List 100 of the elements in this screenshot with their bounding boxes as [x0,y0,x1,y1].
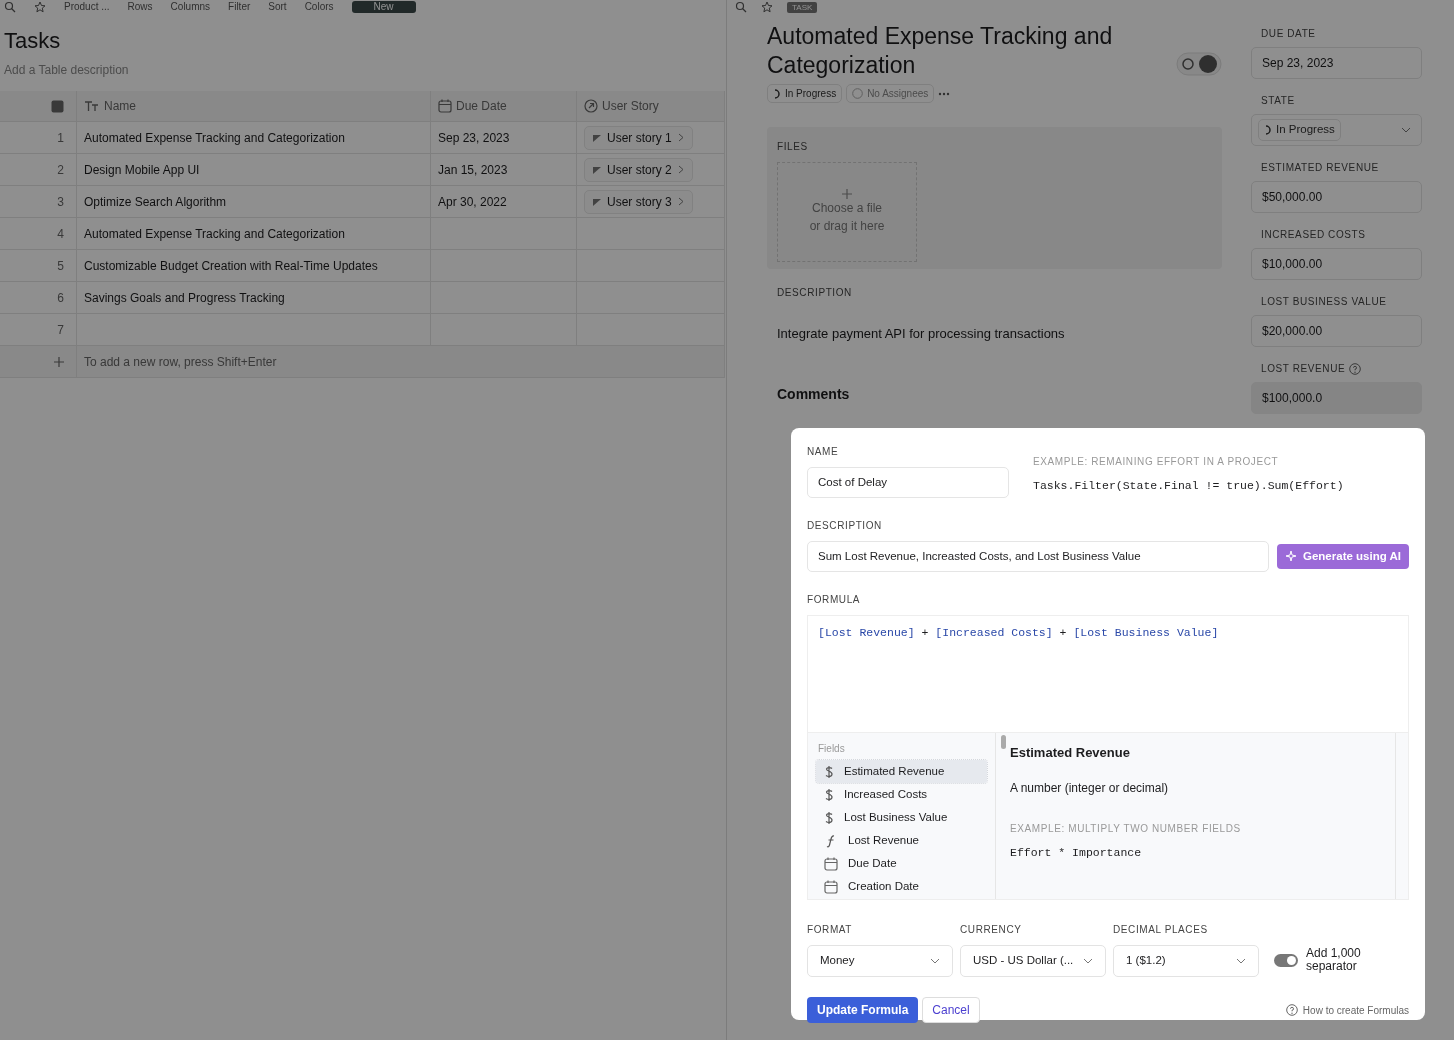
breadcrumb-link[interactable]: Product ... [64,1,110,13]
task-tag: TASK [787,1,818,13]
row-number: 5 [0,250,77,282]
star-icon[interactable] [761,1,773,13]
empty-circle-icon [852,88,864,99]
table-cell: Automated Expense Tracking and Categorization [77,218,431,250]
toolbar-button[interactable]: Colors [304,1,334,13]
formula-editor[interactable]: [Lost Revenue] + [Increased Costs] + [Lost Business Value] [818,624,1398,642]
field-label: INCREASED COSTS [1261,228,1366,242]
field-label: FORMULA [807,593,862,607]
search-icon[interactable] [735,1,747,13]
avatar-group-icon [1176,52,1222,76]
field-label: CURRENCY [960,923,1023,937]
table-cell: Sep 23, 2023 [431,122,577,154]
new-button[interactable]: New [351,1,416,13]
dollar-icon [824,787,834,802]
chevron-right-icon [677,197,684,206]
field-list-item[interactable]: Creation Date [816,875,987,898]
table-cell: Jan 15, 2023 [431,154,577,186]
field-value[interactable]: $20,000.00 [1251,315,1422,347]
user-story-chip[interactable]: User story 2 [584,157,693,182]
field-label: NAME [807,445,840,459]
field-list-item[interactable]: Increased Costs [816,783,987,806]
chevron-down-icon [1401,127,1411,133]
field-list-item[interactable]: Lost Business Value [816,806,987,829]
field-label: ESTIMATED REVENUE [1261,161,1379,175]
description-input[interactable]: Sum Lost Revenue, Increasted Costs, and Lost Business Value [807,541,1269,572]
flag-icon [593,133,601,142]
cancel-button[interactable]: Cancel [922,997,980,1023]
field-list-item[interactable]: Lost Revenue [816,829,987,852]
search-icon [4,1,16,13]
toolbar-button[interactable]: Columns [170,1,211,13]
state-select[interactable]: In Progress [1251,114,1422,146]
flag-icon [593,197,601,206]
calendar-icon [824,879,838,894]
toggle-label: Add 1,000 separator [1306,947,1362,973]
progress-ring-icon [1264,125,1272,135]
column-header[interactable]: Due Date [431,91,577,122]
table-cell: Design Mobile App UI [77,154,431,186]
field-list-item[interactable]: Estimated Revenue [816,760,987,783]
chevron-right-icon [677,133,684,142]
field-label: LOST BUSINESS VALUE [1261,295,1387,309]
row-number: 2 [0,154,77,186]
column-header[interactable]: Name [77,91,431,122]
toolbar-button[interactable]: Sort [268,1,287,13]
progress-ring-icon [773,88,781,99]
chevron-down-icon [930,958,940,964]
update-formula-button[interactable]: Update Formula [807,997,919,1023]
table-cell: Apr 30, 2022 [431,186,577,218]
chevron-right-icon [677,165,684,174]
toolbar-button[interactable]: Filter [228,1,251,13]
file-drop-zone[interactable]: Choose a file or drag it here [777,162,917,262]
chevron-down-icon [1236,958,1246,964]
task-title: Automated Expense Tracking and Categorization [767,22,1114,80]
row-number: 1 [0,122,77,154]
section-label: FILES [777,140,809,154]
flag-icon [593,165,601,174]
field-label: FORMAT [807,923,854,937]
task-description: Integrate payment API for processing transactions [777,325,1066,343]
example-label: EXAMPLE: MULTIPLY TWO NUMBER FIELDS [1010,821,1242,836]
field-value[interactable]: $50,000.00 [1251,181,1422,213]
row-number: 4 [0,218,77,250]
table-cell: Savings Goals and Progress Tracking [77,282,431,314]
column-header[interactable]: User Story [577,91,725,122]
user-story-chip[interactable]: User story 3 [584,189,693,214]
example-code: Tasks.Filter(State.Final != true).Sum(Effort) [1033,478,1344,494]
text-type-icon [84,100,100,112]
row-number: 6 [0,282,77,314]
field-label: DUE DATE [1261,27,1316,41]
scrollbar-thumb[interactable] [1001,735,1006,749]
user-story-chip[interactable]: User story 1 [584,125,693,150]
toolbar-button[interactable]: Rows [127,1,153,13]
toggle-switch[interactable] [1274,953,1298,967]
star-icon [34,1,46,13]
dropdown-select[interactable]: 1 ($1.2) [1113,945,1259,977]
plus-icon [842,189,852,199]
field-value[interactable]: Sep 23, 2023 [1251,47,1422,79]
dropdown-select[interactable]: Money [807,945,953,977]
table-icon [51,99,64,113]
field-label: DECIMAL PLACES [1113,923,1209,937]
field-list-item[interactable]: Due Date [816,852,987,875]
help-link[interactable]: How to create Formulas [1285,1002,1409,1018]
arrow-circle-icon [584,99,598,113]
table-cell: Automated Expense Tracking and Categorization [77,122,431,154]
example-code: Effort * Importance [1010,844,1143,861]
more-icon[interactable] [938,91,951,96]
generate-button[interactable]: Generate using AI [1277,543,1409,570]
field-label: LOST REVENUE [1261,362,1346,376]
sparkle-icon [1285,550,1298,563]
status-pill[interactable]: In Progress [767,84,843,103]
table-title: Tasks [4,27,62,55]
row-number: 3 [0,186,77,218]
list-heading: Fields [817,742,846,756]
calendar-icon [438,99,452,113]
name-input[interactable]: Cost of Delay [807,467,1009,498]
field-value[interactable]: $10,000.00 [1251,248,1422,280]
help-icon [1349,362,1362,375]
plus-icon[interactable] [54,356,64,367]
help-icon [1285,1004,1298,1016]
dropdown-select[interactable]: USD - US Dollar (... [960,945,1106,977]
